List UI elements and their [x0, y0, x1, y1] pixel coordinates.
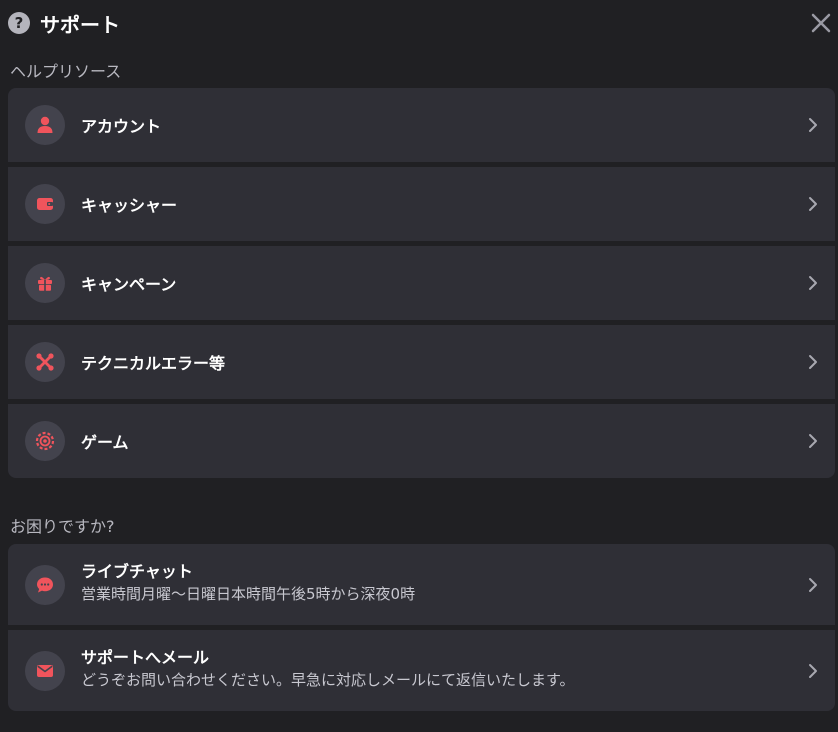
resource-row-cashier[interactable]: キャッシャー [8, 167, 835, 241]
chip-icon [35, 431, 55, 451]
resource-row-campaign[interactable]: キャンペーン [8, 246, 835, 320]
page-title: サポート [40, 12, 120, 37]
contact-row-live-chat[interactable]: ライブチャット 営業時間月曜〜日曜日本時間午後5時から深夜0時 [8, 544, 835, 625]
gift-icon [38, 276, 52, 291]
chevron-right-icon [809, 434, 817, 448]
header: ? サポート [8, 8, 120, 38]
resource-label: キャッシャー [81, 196, 178, 215]
chevron-right-icon [809, 197, 817, 211]
close-icon [811, 13, 831, 33]
contact-subtitle: どうぞお問い合わせください。早急に対応しメールにて返信いたします。 [81, 671, 575, 689]
contact-list: ライブチャット 営業時間月曜〜日曜日本時間午後5時から深夜0時 サポートへメール… [8, 544, 835, 711]
contact-subtitle: 営業時間月曜〜日曜日本時間午後5時から深夜0時 [81, 585, 416, 603]
tools-icon [36, 353, 54, 371]
wallet-icon [37, 198, 53, 210]
chevron-right-icon [809, 118, 817, 132]
resource-row-game[interactable]: ゲーム [8, 404, 835, 478]
resource-row-account[interactable]: アカウント [8, 88, 835, 162]
user-icon [37, 116, 53, 133]
mail-icon [37, 664, 53, 677]
contact-title: サポートへメール [81, 648, 210, 667]
contact-title: ライブチャット [81, 562, 193, 581]
resource-row-technical-errors[interactable]: テクニカルエラー等 [8, 325, 835, 399]
close-button[interactable] [808, 10, 834, 36]
support-panel: ? サポート ヘルプリソース アカウント キャッシャー キャンペーン テクニカル… [0, 0, 838, 732]
chevron-right-icon [809, 276, 817, 290]
chevron-right-icon [809, 663, 817, 678]
contact-row-email-support[interactable]: サポートへメール どうぞお問い合わせください。早急に対応しメールにて返信いたしま… [8, 630, 835, 711]
chevron-right-icon [809, 355, 817, 369]
resource-label: キャンペーン [81, 275, 177, 294]
section-label-help-resources: ヘルプリソース [10, 62, 122, 81]
resource-label: テクニカルエラー等 [81, 354, 226, 373]
section-label-need-help: お困りですか? [10, 517, 115, 536]
help-resources-list: アカウント キャッシャー キャンペーン テクニカルエラー等 ゲーム [8, 88, 835, 478]
resource-label: ゲーム [81, 433, 129, 452]
chat-icon [37, 577, 53, 592]
help-icon: ? [8, 12, 30, 34]
resource-label: アカウント [81, 117, 162, 136]
chevron-right-icon [809, 577, 817, 592]
